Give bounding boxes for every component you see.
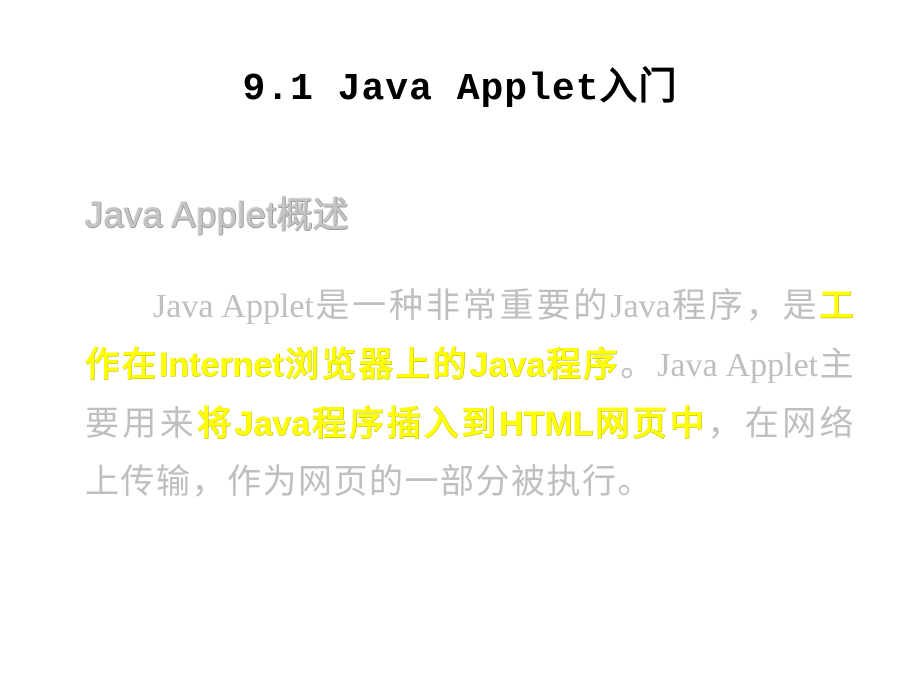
text-segment: 是一种非常重要的 (314, 288, 610, 325)
text-segment: 将 (197, 406, 234, 443)
slide-title: 9.1 Java Applet入门 (0, 55, 920, 111)
text-segment: Java (610, 288, 670, 325)
text-segment: 程序插入到 (310, 406, 499, 443)
text-segment: 程序，是 (671, 288, 820, 325)
subtitle-chinese: 概述 (277, 195, 349, 235)
text-segment: Java (469, 346, 545, 384)
body-paragraph: Java Applet是一种非常重要的Java程序，是工作在Internet浏览… (85, 278, 855, 512)
subtitle-english: Java Applet (85, 194, 277, 235)
section-subtitle: Java Applet概述 (85, 186, 349, 238)
text-segment: 。 (620, 347, 657, 384)
text-segment: Java Applet (153, 288, 314, 325)
text-segment: Java (235, 405, 311, 443)
text-segment: Internet (159, 346, 284, 384)
text-segment: 浏览器上的 (284, 347, 470, 384)
highlight-2: 将Java程序插入到HTML网页中 (197, 406, 707, 443)
text-segment: 程序 (545, 347, 620, 384)
text-segment: HTML (499, 405, 593, 443)
text-segment: Java Applet (657, 347, 818, 384)
text-segment: 网页中 (593, 406, 707, 443)
